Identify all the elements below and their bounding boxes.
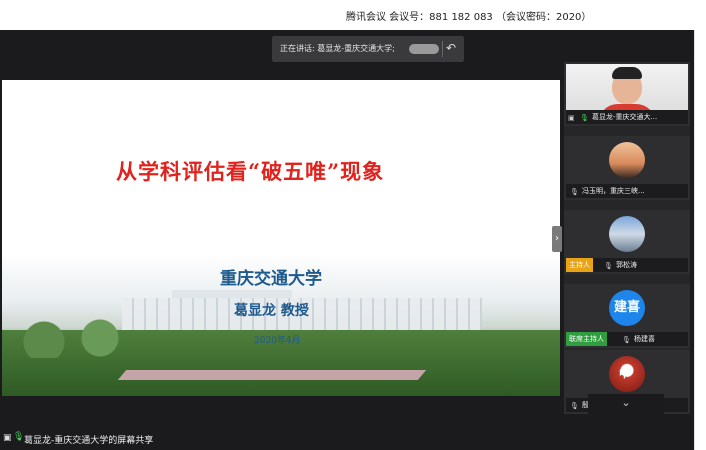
screen-share-icon: ▣	[3, 433, 12, 443]
share-status-text: 葛显龙-重庆交通大学的屏幕共享	[24, 436, 154, 446]
campus-road	[117, 370, 427, 380]
participant-name: 郭松涛	[616, 261, 637, 269]
participant-card[interactable]: 建喜 联席主持人 🎙 杨建喜	[564, 284, 690, 348]
chat-sidebar-edge	[694, 30, 706, 450]
avatar-text: 中	[619, 367, 630, 380]
mic-muted-icon: 🎙	[622, 336, 631, 344]
slide-title: 从学科评估看“破五唯”现象	[116, 159, 385, 184]
mic-muted-icon: 🎙	[570, 188, 579, 196]
participant-card[interactable]: 主持人 🎙 郭松涛	[564, 210, 690, 274]
blurred-names	[409, 44, 439, 54]
speaking-indicator: 正在讲话: 葛显龙-重庆交通大学; ↶	[272, 36, 464, 62]
participant-avatar: 中	[609, 356, 645, 392]
speaking-label: 正在讲话: 葛显龙-重庆交通大学;	[280, 44, 395, 53]
participant-name: 葛显龙-重庆交通大...	[592, 113, 658, 121]
title-bar: 腾讯会议 会议号：881 182 083 （会议密码：2020）	[0, 0, 706, 30]
campus-trees	[2, 318, 142, 358]
scroll-down-chevron-icon[interactable]: ⌄	[588, 394, 664, 414]
slide-date: 2020年4月	[254, 336, 301, 346]
slide-university: 重庆交通大学	[220, 269, 322, 289]
mic-muted-icon: 🎙	[570, 402, 579, 410]
participant-name: 杨建喜	[634, 335, 655, 343]
slide-author: 葛显龙 教授	[234, 303, 309, 319]
participant-avatar: 建喜	[609, 290, 645, 326]
mic-icon: 🎙	[580, 114, 589, 122]
participant-card[interactable]: 🎙 冯玉明，重庆三峡...	[564, 136, 690, 200]
cohost-tag: 联席主持人	[566, 332, 607, 346]
participant-name: 冯玉明，重庆三峡...	[582, 187, 645, 195]
undo-arrow-icon[interactable]: ↶	[446, 41, 456, 55]
participant-avatar	[609, 216, 645, 252]
meeting-window: 腾讯会议 会议号：881 182 083 （会议密码：2020） 正在讲话: 葛…	[0, 0, 706, 450]
window-title: 腾讯会议 会议号：881 182 083 （会议密码：2020）	[346, 12, 592, 23]
mic-icon: 🎙	[13, 432, 25, 442]
participant-avatar	[609, 142, 645, 178]
participants-panel: ▣ 🎙 葛显龙-重庆交通大... 🎙 冯玉明，重庆三峡... 主持人 🎙 郭松涛…	[564, 62, 690, 414]
host-tag: 主持人	[566, 258, 593, 272]
participant-card[interactable]: ▣ 🎙 葛显龙-重庆交通大...	[564, 62, 690, 126]
status-bar: ▣ 🎙 葛显龙-重庆交通大学的屏幕共享	[0, 430, 560, 450]
collapse-panel-chevron-icon[interactable]: ›	[552, 226, 562, 252]
screen-share-icon: ▣	[568, 114, 575, 122]
presentation-slide: 从学科评估看“破五唯”现象 重庆交通大学 葛显龙 教授 2020年4月	[2, 80, 560, 396]
divider	[442, 41, 443, 57]
mic-muted-icon: 🎙	[604, 262, 613, 270]
